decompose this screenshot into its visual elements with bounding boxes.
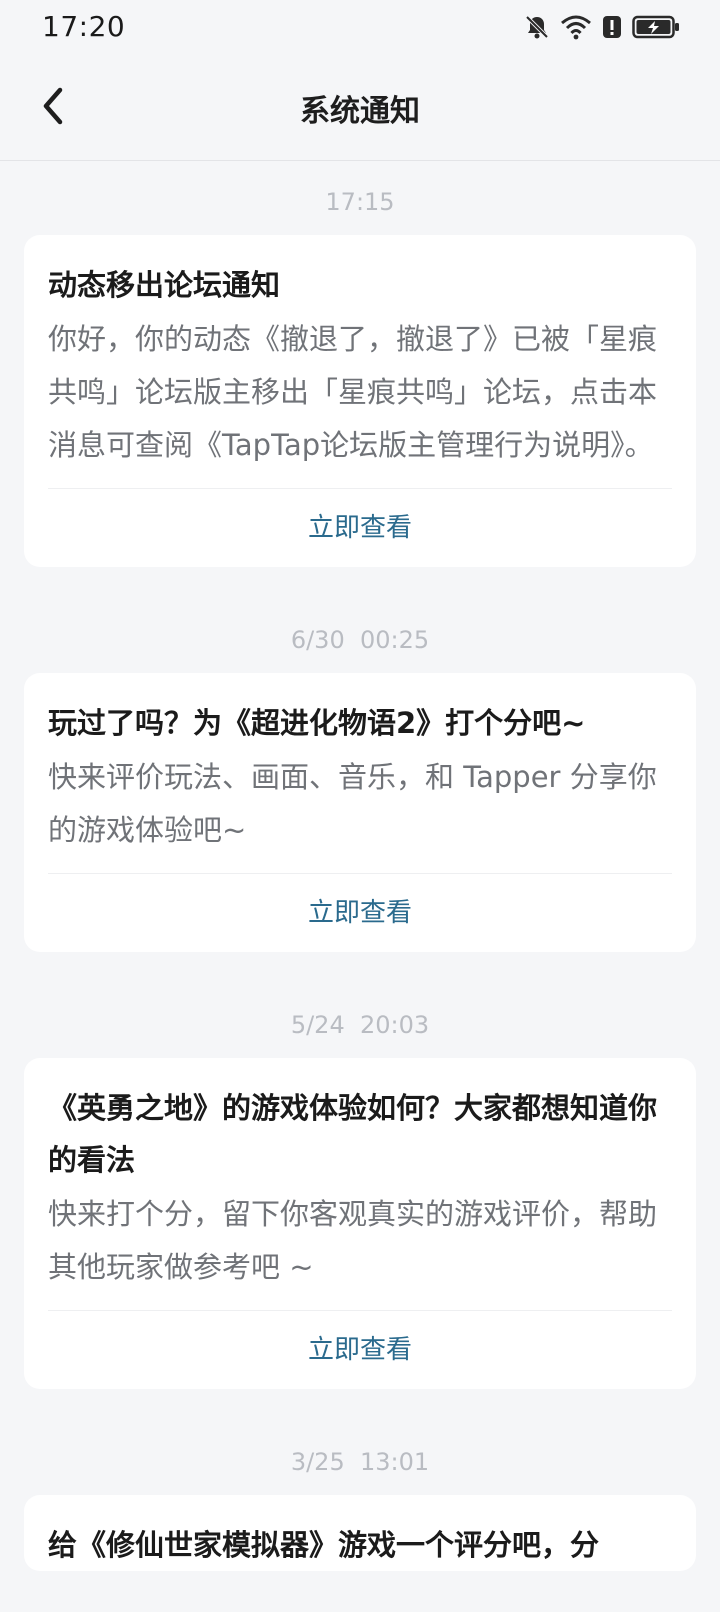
status-bar: 17:20	[0, 0, 720, 56]
notification-title: 给《修仙世家模拟器》游戏一个评分吧，分	[48, 1528, 600, 1562]
notification-time: 5/24 20:03	[290, 1011, 430, 1039]
notification-time: 6/30 00:25	[290, 626, 430, 654]
notification-time: 3/25 13:01	[290, 1448, 430, 1476]
wifi-icon	[560, 14, 592, 40]
notification-card[interactable]: 动态移出论坛通知 你好，你的动态《撤退了，撤退了》已被「星痕共鸣」论坛版主移出「…	[24, 235, 696, 567]
view-now-button[interactable]: 立即查看	[48, 489, 672, 567]
notification-feed[interactable]: 17:15 动态移出论坛通知 你好，你的动态《撤退了，撤退了》已被「星痕共鸣」论…	[0, 161, 720, 1571]
page-title: 系统通知	[300, 94, 420, 129]
notification-title: 动态移出论坛通知	[48, 268, 281, 302]
alert-icon	[602, 14, 622, 40]
notification-body: 快来评价玩法、画面、音乐，和 Tapper 分享你的游戏体验吧~	[48, 760, 657, 847]
notification-body: 你好，你的动态《撤退了，撤退了》已被「星痕共鸣」论坛版主移出「星痕共鸣」论坛，点…	[48, 322, 658, 462]
nav-header: 系统通知	[0, 56, 720, 161]
notification-title: 《英勇之地》的游戏体验如何？大家都想知道你的看法	[48, 1091, 658, 1177]
notification-card[interactable]: 玩过了吗？为《超进化物语2》打个分吧~ 快来评价玩法、画面、音乐，和 Tappe…	[24, 673, 696, 952]
status-time: 17:20	[42, 10, 126, 43]
notification-card[interactable]: 给《修仙世家模拟器》游戏一个评分吧，分	[24, 1495, 696, 1571]
view-now-button[interactable]: 立即查看	[48, 874, 672, 952]
notification-card[interactable]: 《英勇之地》的游戏体验如何？大家都想知道你的看法 快来打个分，留下你客观真实的游…	[24, 1058, 696, 1389]
view-now-button[interactable]: 立即查看	[48, 1311, 672, 1389]
mute-bell-icon	[524, 14, 550, 40]
notification-title: 玩过了吗？为《超进化物语2》打个分吧~	[48, 706, 586, 740]
battery-charging-icon	[632, 14, 680, 40]
notification-body: 快来打个分，留下你客观真实的游戏评价，帮助其他玩家做参考吧 ~	[48, 1197, 658, 1284]
status-icons	[524, 12, 680, 42]
notification-time: 17:15	[325, 188, 395, 216]
